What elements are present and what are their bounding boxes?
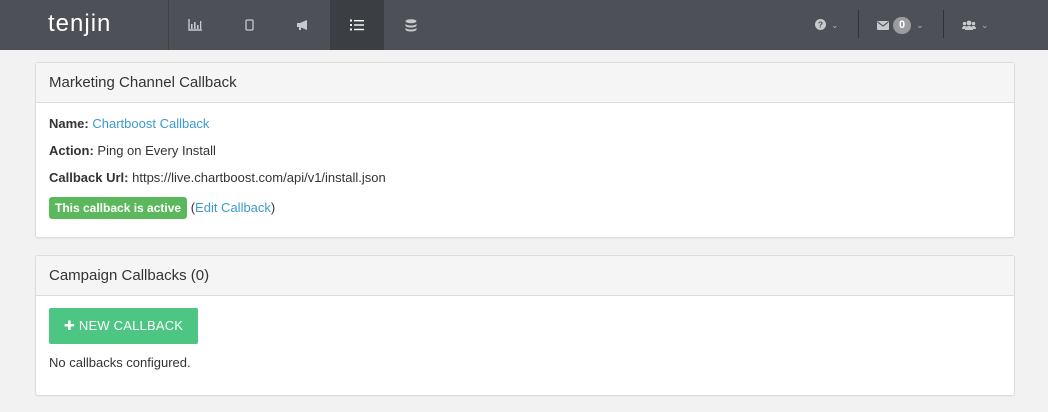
new-callback-label: NEW CALLBACK [78, 318, 184, 333]
campaign-callbacks-panel: Campaign Callbacks (0) ✚ NEW CALLBACK No… [35, 255, 1015, 396]
envelope-icon [877, 18, 889, 33]
help-menu[interactable]: ? ⌄ [815, 0, 839, 50]
chevron-down-icon: ⌄ [981, 19, 989, 30]
database-icon [405, 18, 417, 32]
url-label: Callback Url: [49, 170, 129, 185]
top-navbar: tenjin ? ⌄ 0 ⌄ ⌄ [0, 0, 1048, 50]
users-icon [962, 18, 976, 33]
name-row: Name: Chartboost Callback [49, 116, 1001, 132]
name-label: Name: [49, 116, 89, 131]
channel-callback-panel: Marketing Channel Callback Name: Chartbo… [35, 62, 1015, 238]
messages-menu[interactable]: 0 ⌄ [877, 0, 924, 50]
list-icon [350, 19, 364, 31]
panel-title: Campaign Callbacks (0) [36, 256, 1014, 296]
chevron-down-icon: ⌄ [916, 19, 924, 30]
callback-name-link[interactable]: Chartboost Callback [92, 116, 209, 131]
message-count-badge: 0 [893, 16, 912, 34]
brand-logo[interactable]: tenjin [48, 10, 111, 38]
nav-campaigns[interactable] [276, 0, 330, 50]
panel-title: Marketing Channel Callback [36, 63, 1014, 103]
question-circle-icon: ? [815, 18, 826, 33]
plus-icon: ✚ [64, 318, 76, 333]
nav-divider [858, 10, 859, 38]
megaphone-icon [296, 19, 310, 31]
panel-body: ✚ NEW CALLBACK No callbacks configured. [36, 296, 1014, 395]
nav-divider [943, 10, 944, 38]
bar-chart-icon [188, 19, 202, 31]
action-row: Action: Ping on Every Install [49, 143, 1001, 159]
chevron-down-icon: ⌄ [831, 19, 839, 30]
nav-data[interactable] [384, 0, 438, 50]
nav-reports[interactable] [168, 0, 222, 50]
paren-close: ) [270, 200, 276, 215]
nav-callbacks[interactable] [330, 0, 384, 50]
svg-text:?: ? [818, 19, 823, 29]
new-callback-button[interactable]: ✚ NEW CALLBACK [49, 308, 199, 344]
action-label: Action: [49, 143, 94, 158]
url-row: Callback Url: https://live.chartboost.co… [49, 170, 1001, 186]
status-row: This callback is active (Edit Callback) [49, 197, 1001, 219]
panel-body: Name: Chartboost Callback Action: Ping o… [36, 103, 1014, 243]
mobile-icon [244, 19, 254, 31]
account-menu[interactable]: ⌄ [962, 0, 989, 50]
status-badge: This callback is active [49, 197, 188, 219]
nav-apps[interactable] [222, 0, 276, 50]
edit-callback-link[interactable]: Edit Callback [195, 200, 271, 215]
empty-state-text: No callbacks configured. [49, 355, 191, 370]
action-value: Ping on Every Install [97, 143, 216, 158]
url-value: https://live.chartboost.com/api/v1/insta… [132, 170, 386, 185]
